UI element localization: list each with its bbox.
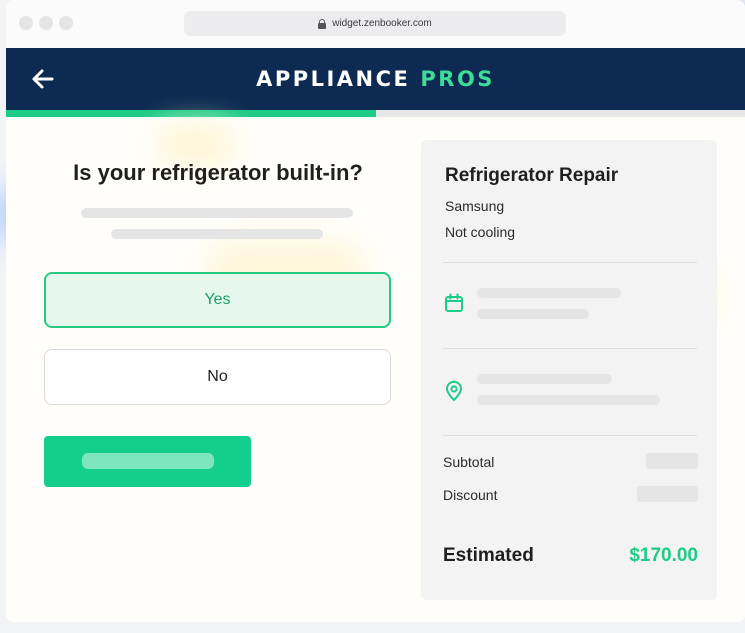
subtotal-label: Subtotal (443, 454, 495, 470)
date-placeholder (477, 288, 621, 298)
service-issue: Not cooling (445, 224, 516, 240)
booking-summary-panel: Refrigerator Repair Samsung Not cooling … (421, 140, 717, 600)
brand-primary: APPLIANCE (256, 67, 411, 91)
address-placeholder (477, 395, 660, 405)
option-yes-button[interactable]: Yes (44, 272, 391, 328)
address-bar[interactable]: widget.zenbooker.com (184, 11, 566, 36)
option-yes-label: Yes (204, 291, 231, 308)
progress-fill (6, 110, 376, 117)
button-label-placeholder (82, 453, 214, 469)
discount-value-placeholder (637, 486, 698, 502)
url-text: widget.zenbooker.com (332, 18, 432, 29)
background-decoration (156, 125, 236, 165)
address-placeholder (477, 374, 612, 384)
subtotal-value-placeholder (646, 453, 698, 469)
description-placeholder (81, 208, 353, 218)
browser-chrome: widget.zenbooker.com (6, 0, 745, 48)
option-no-label: No (207, 368, 228, 385)
progress-bar (6, 110, 745, 117)
option-no-button[interactable]: No (44, 349, 391, 405)
arrow-left-icon (32, 69, 54, 89)
divider (443, 435, 697, 436)
window-minimize-dot[interactable] (39, 16, 53, 30)
divider (443, 348, 697, 349)
question-title: Is your refrigerator built-in? (73, 160, 363, 185)
estimated-label: Estimated (443, 545, 534, 566)
lock-icon (318, 18, 327, 29)
brand-accent: PROS (420, 67, 495, 91)
window-close-dot[interactable] (19, 16, 33, 30)
discount-label: Discount (443, 487, 498, 503)
continue-button[interactable] (44, 436, 251, 487)
estimated-total: $170.00 (629, 545, 698, 566)
service-title: Refrigerator Repair (445, 165, 619, 186)
app-header: APPLIANCE PROS (6, 48, 745, 110)
window-maximize-dot[interactable] (59, 16, 73, 30)
brand-logo: APPLIANCE PROS (6, 48, 745, 110)
calendar-icon (445, 293, 463, 312)
divider (443, 262, 697, 263)
service-brand: Samsung (445, 198, 505, 214)
time-placeholder (477, 309, 589, 319)
description-placeholder (111, 229, 323, 239)
browser-window: widget.zenbooker.com APPLIANCE PROS Is y… (6, 0, 745, 622)
back-button[interactable] (30, 66, 56, 92)
map-pin-icon (446, 380, 462, 401)
